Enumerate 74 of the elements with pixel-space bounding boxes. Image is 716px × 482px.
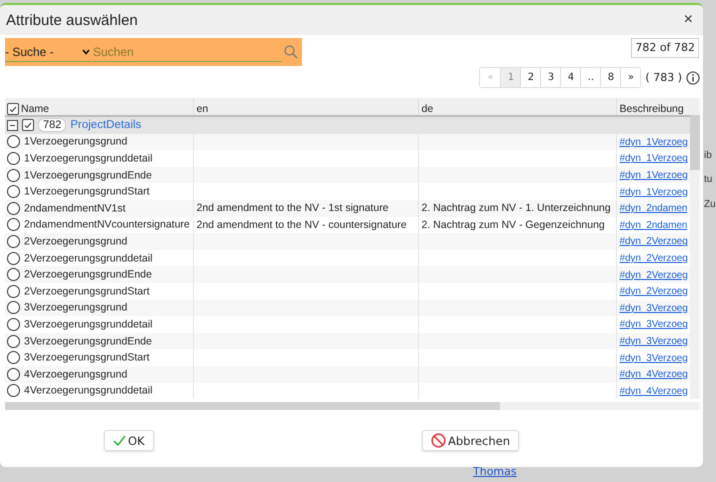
background-text: tu [704, 174, 712, 185]
table-cell: 2nd amendment to the NV - 1st signature [196, 202, 389, 214]
search-bar[interactable]: - Suche - Suchen [5, 38, 302, 66]
column-header[interactable]: en [196, 103, 208, 115]
dialog-title: Attribute auswählen [6, 12, 138, 28]
row-radio[interactable] [7, 234, 20, 248]
table-cell: 2. Nachtrag zum NV - 1. Unterzeichnung [422, 202, 611, 214]
name-link[interactable]: Thomas [473, 465, 517, 478]
attribute-name: 3Verzoegerungsgrund [24, 302, 128, 314]
row-radio[interactable] [7, 368, 20, 381]
description-link[interactable]: #dyn_2ndamen [620, 220, 688, 231]
horizontal-scrollbar[interactable] [5, 402, 700, 410]
group-count: 782 [38, 118, 66, 132]
caret-icon [82, 48, 90, 54]
table-cell: 2nd amendment to the NV - countersignature [196, 218, 407, 231]
background-text: ib [704, 150, 712, 161]
attribute-name: 2VerzoegerungsgrundEnde [24, 268, 152, 281]
description-link[interactable]: #dyn_3Verzoeg [620, 352, 688, 364]
description-link[interactable]: #dyn_1Verzoeg [620, 153, 688, 164]
group-name[interactable]: ProjectDetails [70, 119, 142, 132]
close-button[interactable]: × [682, 11, 695, 29]
attribute-name: 3Verzoegerungsgrunddetail [24, 318, 152, 330]
attribute-name: 3VerzoegerungsgrundStart [24, 352, 150, 364]
select-all-checkbox[interactable] [7, 103, 19, 115]
description-link[interactable]: #dyn_2Verzoeg [620, 253, 688, 264]
row-radio[interactable] [7, 202, 20, 215]
table-cell: 2. Nachtrag zum NV - Gegenzeichnung [422, 218, 605, 231]
page-button[interactable]: » [620, 68, 640, 87]
attribute-name: 4Verzoegerungsgrund [24, 368, 128, 380]
column-header[interactable]: Name [21, 103, 50, 115]
attribute-name: 1Verzoegerungsgrunddetail [24, 152, 152, 164]
search-scope-dropdown[interactable]: - Suche - [5, 42, 92, 62]
attribute-name: 2ndamendmentNVcountersignature [24, 218, 190, 231]
row-radio[interactable] [7, 268, 20, 282]
search-icon [284, 45, 298, 59]
group-checkbox[interactable] [22, 119, 34, 132]
row-radio[interactable] [7, 318, 20, 331]
description-link[interactable]: #dyn_4Verzoeg [620, 386, 688, 397]
attribute-name: 2Verzoegerungsgrund [24, 235, 128, 248]
search-field[interactable]: Suchen [93, 42, 282, 62]
attribute-name: 1VerzoegerungsgrundStart [24, 186, 150, 198]
result-count: 782 of 782 [631, 38, 699, 58]
collapse-toggle[interactable] [7, 120, 18, 131]
description-link[interactable]: #dyn_1Verzoeg [620, 186, 688, 198]
row-radio[interactable] [7, 135, 20, 148]
attribute-name: 2Verzoegerungsgrunddetail [24, 252, 152, 264]
background-text: Zu [704, 199, 716, 210]
cancel-button[interactable]: Abbrechen [422, 430, 519, 452]
prohibited-icon [431, 433, 446, 448]
page-button[interactable]: 1 [500, 68, 520, 87]
check-icon [113, 435, 126, 446]
description-link[interactable]: #dyn_2Verzoeg [620, 286, 688, 298]
row-radio[interactable] [7, 351, 20, 364]
row-radio[interactable] [7, 252, 20, 265]
row-radio[interactable] [7, 218, 20, 232]
ok-button[interactable]: OK [104, 430, 154, 452]
row-radio[interactable] [7, 168, 20, 182]
total-count: ( 783 ) [645, 71, 682, 84]
description-link[interactable]: #dyn_3Verzoeg [620, 319, 688, 330]
attribute-name: 4Verzoegerungsgrunddetail [24, 384, 152, 397]
row-radio[interactable] [7, 284, 20, 298]
attribute-name: 3VerzoegerungsgrundEnde [24, 335, 152, 348]
info-icon[interactable] [686, 70, 700, 84]
attribute-name: 2ndamendmentNV1st [24, 202, 126, 214]
attribute-name: 1VerzoegerungsgrundEnde [24, 169, 152, 182]
vertical-scrollbar[interactable] [690, 98, 700, 400]
column-header[interactable]: de [422, 103, 434, 115]
row-radio[interactable] [7, 334, 20, 348]
row-radio[interactable] [7, 301, 20, 314]
row-radio[interactable] [7, 185, 20, 198]
attribute-name: 2VerzoegerungsgrundStart [24, 285, 150, 298]
attribute-name: 1Verzoegerungsgrund [24, 136, 128, 148]
row-radio[interactable] [7, 384, 20, 398]
row-radio[interactable] [7, 152, 20, 165]
